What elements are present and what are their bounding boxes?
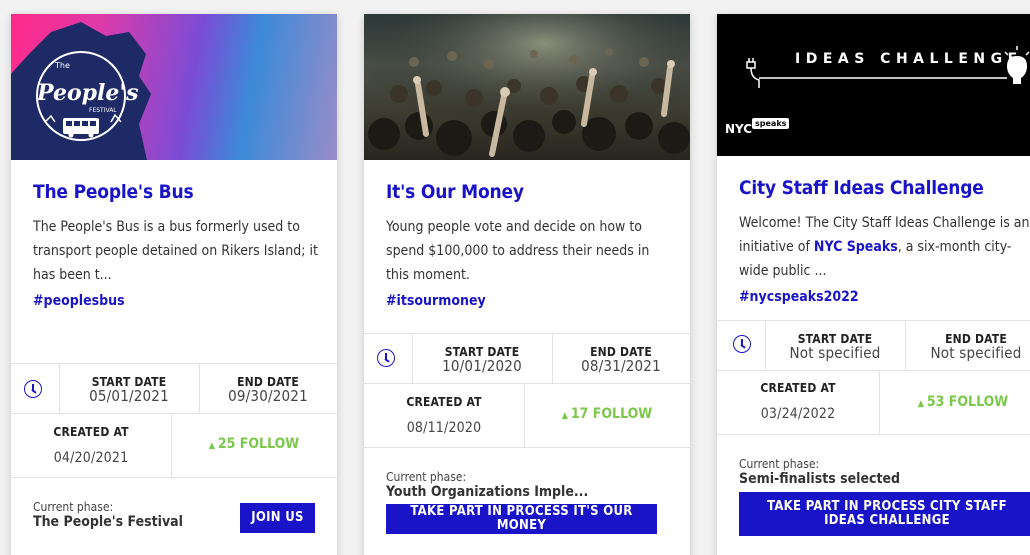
created-at-value: 04/20/2021 xyxy=(53,450,129,466)
svg-text:The: The xyxy=(54,61,70,70)
take-part-button[interactable]: TAKE PART IN PROCESS CITY STAFF IDEAS CH… xyxy=(739,492,1030,536)
follow-button[interactable]: ▲ 17 FOLLOW xyxy=(524,406,690,422)
follow-count: 25 FOLLOW xyxy=(217,436,300,452)
card-description: Young people vote and decide on how to s… xyxy=(386,219,650,283)
join-us-button[interactable]: JOIN US xyxy=(240,503,315,533)
card-hashtag[interactable]: #nycspeaks2022 xyxy=(739,289,859,305)
process-card-peoples-bus[interactable]: The People's FESTIVAL The People's Bus T… xyxy=(11,14,337,555)
end-date-value: 09/30/2021 xyxy=(228,387,308,405)
card-description: Welcome! The City Staff Ideas Challenge … xyxy=(739,211,1030,283)
clock-icon xyxy=(377,349,395,367)
clock-icon xyxy=(733,335,751,353)
follow-count: 17 FOLLOW xyxy=(570,406,653,422)
end-date-value: Not specified xyxy=(930,344,1022,362)
crowd-photo-icon xyxy=(364,14,690,160)
process-card-its-our-money[interactable]: It's Our Money Young people vote and dec… xyxy=(364,14,690,555)
follow-icon: ▲ xyxy=(561,411,571,421)
start-date-value: Not specified xyxy=(789,344,881,362)
follow-button[interactable]: ▲ 25 FOLLOW xyxy=(171,436,337,452)
phase-label: Current phase: xyxy=(739,457,820,471)
plug-icon xyxy=(746,46,1030,88)
crowd-photo[interactable] xyxy=(364,14,690,160)
clock-icon xyxy=(24,380,42,398)
created-at-label: CREATED AT xyxy=(760,381,836,395)
banner-title: IDEAS CHALLENGE xyxy=(795,51,1023,67)
svg-text:People's: People's xyxy=(36,80,138,106)
phase-label: Current phase: xyxy=(386,470,467,484)
card-hashtag[interactable]: #peoplesbus xyxy=(33,293,125,309)
created-at-value: 03/24/2022 xyxy=(760,406,836,422)
svg-text:FESTIVAL: FESTIVAL xyxy=(89,107,117,114)
phase-label: Current phase: xyxy=(33,500,114,514)
start-date-value: 05/01/2021 xyxy=(89,387,169,405)
nyc-speaks-link[interactable]: NYC Speaks xyxy=(814,239,898,255)
peoples-festival-image[interactable]: The People's FESTIVAL xyxy=(11,14,337,160)
phase-value: Semi-finalists selected xyxy=(739,471,901,487)
peoples-festival-logo-icon: The People's FESTIVAL xyxy=(11,22,151,160)
phase-value: The People's Festival xyxy=(33,514,183,530)
created-at-label: CREATED AT xyxy=(406,395,482,409)
ideas-challenge-banner[interactable]: IDEAS CHALLENGE NYC speaks xyxy=(717,14,1030,156)
created-at-value: 08/11/2020 xyxy=(406,420,482,436)
created-at-label: CREATED AT xyxy=(53,425,129,439)
nyc-logo-text: NYC xyxy=(725,122,753,136)
card-title[interactable]: The People's Bus xyxy=(33,181,194,203)
phase-value: Youth Organizations Imple... xyxy=(386,484,589,500)
speaks-logo-badge: speaks xyxy=(752,118,790,129)
start-date-value: 10/01/2020 xyxy=(442,357,522,375)
follow-icon: ▲ xyxy=(917,399,927,409)
end-date-value: 08/31/2021 xyxy=(581,357,661,375)
card-title[interactable]: City Staff Ideas Challenge xyxy=(739,177,984,199)
card-hashtag[interactable]: #itsourmoney xyxy=(386,293,486,309)
follow-count: 53 FOLLOW xyxy=(926,394,1009,410)
follow-button[interactable]: ▲ 53 FOLLOW xyxy=(879,394,1030,410)
card-title[interactable]: It's Our Money xyxy=(386,181,524,203)
take-part-button[interactable]: TAKE PART IN PROCESS IT'S OUR MONEY xyxy=(386,504,657,534)
follow-icon: ▲ xyxy=(208,441,218,451)
process-card-city-staff-ideas[interactable]: IDEAS CHALLENGE NYC speaks City Staff Id… xyxy=(717,14,1030,555)
card-description: The People's Bus is a bus formerly used … xyxy=(33,219,318,283)
